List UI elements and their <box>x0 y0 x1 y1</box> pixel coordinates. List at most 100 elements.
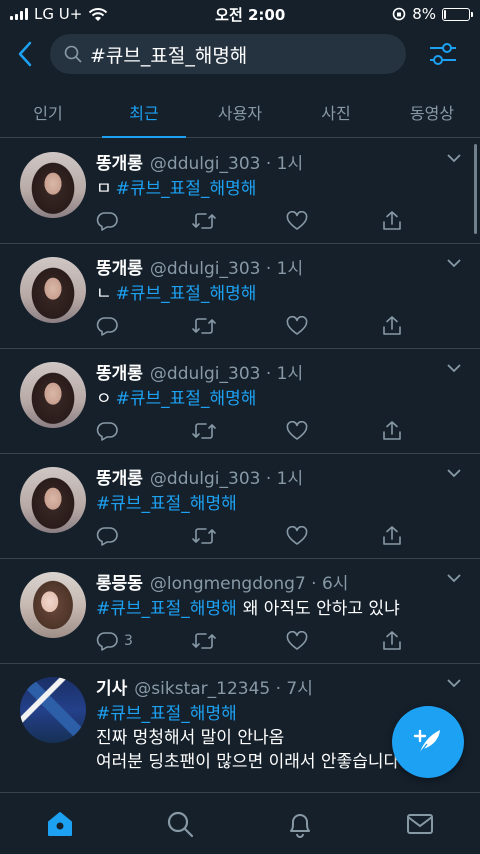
tab-latest[interactable]: 최근 <box>96 86 192 138</box>
nav-search[interactable] <box>150 794 210 854</box>
tweet[interactable]: 롱믕동 @longmengdong7 · 6시 #큐브_표절_해명해 왜 아직도 … <box>0 559 480 664</box>
reply-button[interactable] <box>96 211 191 231</box>
tweet-actions <box>96 209 406 233</box>
battery-label: 8% <box>412 5 436 23</box>
tweet-prefix: ㅁ <box>96 179 112 199</box>
chevron-down-icon[interactable] <box>446 573 462 583</box>
handle-and-time: @longmengdong7 · 6시 <box>149 574 349 594</box>
tweet-actions <box>96 524 406 548</box>
retweet-button[interactable] <box>191 526 286 546</box>
hashtag-link[interactable]: #큐브_표절_해명해 <box>116 389 257 409</box>
reply-button[interactable] <box>96 526 191 546</box>
tweet-text: ㅇ #큐브_표절_해명해 <box>96 387 466 411</box>
nav-home[interactable] <box>30 794 90 854</box>
tab-popular[interactable]: 인기 <box>0 86 96 137</box>
comment-icon <box>96 527 118 546</box>
like-button[interactable] <box>286 211 381 231</box>
retweet-button[interactable] <box>191 211 286 231</box>
share-button[interactable] <box>381 525 406 547</box>
retweet-button[interactable] <box>191 316 286 336</box>
tweet[interactable]: 똥개롱 @ddulgi_303 · 1시 ㄴ #큐브_표절_해명해 <box>0 244 480 349</box>
nav-notifications[interactable] <box>270 794 330 854</box>
retweet-button[interactable] <box>191 421 286 441</box>
handle-and-time: @ddulgi_303 · 1시 <box>149 364 304 384</box>
chevron-down-icon[interactable] <box>446 258 462 268</box>
heart-icon <box>286 211 308 230</box>
avatar[interactable] <box>20 677 86 743</box>
chevron-down-icon[interactable] <box>446 678 462 688</box>
heart-icon <box>286 631 308 650</box>
reply-button[interactable] <box>96 316 191 336</box>
tweet[interactable]: 똥개롱 @ddulgi_303 · 1시 #큐브_표절_해명해 <box>0 454 480 559</box>
comment-icon <box>96 317 118 336</box>
share-button[interactable] <box>381 630 406 652</box>
avatar[interactable] <box>20 257 86 323</box>
share-button[interactable] <box>381 210 406 232</box>
comment-icon <box>96 422 118 441</box>
search-header: #큐브_표절_해명해 <box>0 28 480 80</box>
tweet-text: ㅁ #큐브_표절_해명해 <box>96 177 466 201</box>
retweet-icon <box>192 318 216 334</box>
tweet[interactable]: 똥개롱 @ddulgi_303 · 1시 ㅇ #큐브_표절_해명해 <box>0 349 480 454</box>
hashtag-link[interactable]: #큐브_표절_해명해 <box>116 179 257 199</box>
battery-icon <box>441 7 473 21</box>
display-name: 똥개롱 <box>96 259 143 279</box>
comment-icon <box>96 632 118 651</box>
hashtag-link[interactable]: #큐브_표절_해명해 <box>96 599 237 619</box>
share-icon <box>383 631 401 650</box>
tab-videos[interactable]: 동영상 <box>384 86 480 137</box>
tweet-actions <box>96 419 406 443</box>
hashtag-link[interactable]: #큐브_표절_해명해 <box>96 494 237 514</box>
comment-icon <box>96 212 118 231</box>
nav-messages[interactable] <box>390 794 450 854</box>
hashtag-link[interactable]: #큐브_표절_해명해 <box>96 704 237 724</box>
handle-and-time: @sikstar_12345 · 7시 <box>134 679 313 699</box>
like-button[interactable] <box>286 421 381 441</box>
display-name: 기사 <box>96 679 128 699</box>
search-filter-button[interactable] <box>406 28 480 80</box>
tab-people[interactable]: 사용자 <box>192 86 288 137</box>
heart-icon <box>286 316 308 335</box>
retweet-button[interactable] <box>191 631 286 651</box>
carrier-label: LG U+ <box>34 5 83 23</box>
heart-icon <box>286 526 308 545</box>
like-button[interactable] <box>286 526 381 546</box>
search-input[interactable]: #큐브_표절_해명해 <box>50 34 406 74</box>
chevron-down-icon[interactable] <box>446 153 462 163</box>
tweet[interactable]: 똥개롱 @ddulgi_303 · 1시 ㅁ #큐브_표절_해명해 <box>0 139 480 244</box>
share-icon <box>383 421 401 440</box>
avatar[interactable] <box>20 467 86 533</box>
tweet-actions: 3 <box>96 629 406 653</box>
scroll-indicator[interactable] <box>474 144 477 234</box>
tweet-actions <box>96 314 406 338</box>
battery-fill <box>443 9 446 19</box>
compose-tweet-button[interactable] <box>392 706 464 778</box>
hashtag-link[interactable]: #큐브_표절_해명해 <box>116 284 257 304</box>
chevron-down-icon[interactable] <box>446 468 462 478</box>
back-button[interactable] <box>0 28 50 80</box>
orientation-lock-icon <box>392 7 406 21</box>
avatar[interactable] <box>20 572 86 638</box>
tab-photos[interactable]: 사진 <box>288 86 384 137</box>
reply-button[interactable] <box>96 421 191 441</box>
chevron-down-icon[interactable] <box>446 363 462 373</box>
handle-and-time: @ddulgi_303 · 1시 <box>149 469 304 489</box>
home-icon <box>48 811 72 836</box>
chevron-left-icon <box>18 41 32 67</box>
share-button[interactable] <box>381 420 406 442</box>
tweet-feed[interactable]: 똥개롱 @ddulgi_303 · 1시 ㅁ #큐브_표절_해명해 똥개롱 @dd… <box>0 139 480 792</box>
search-icon <box>167 811 194 837</box>
like-button[interactable] <box>286 631 381 651</box>
display-name: 똥개롱 <box>96 154 143 174</box>
tweet-header: 똥개롱 @ddulgi_303 · 1시 <box>96 359 466 384</box>
status-bar: LG U+ 오전 2:00 8% <box>0 0 480 28</box>
tweet-header: 롱믕동 @longmengdong7 · 6시 <box>96 569 466 594</box>
tweet-text: #큐브_표절_해명해 <box>96 492 466 516</box>
bell-icon <box>290 813 310 838</box>
avatar[interactable] <box>20 362 86 428</box>
tweet-header: 똥개롱 @ddulgi_303 · 1시 <box>96 254 466 279</box>
like-button[interactable] <box>286 316 381 336</box>
share-button[interactable] <box>381 315 406 337</box>
avatar[interactable] <box>20 152 86 218</box>
reply-button[interactable]: 3 <box>96 631 191 651</box>
